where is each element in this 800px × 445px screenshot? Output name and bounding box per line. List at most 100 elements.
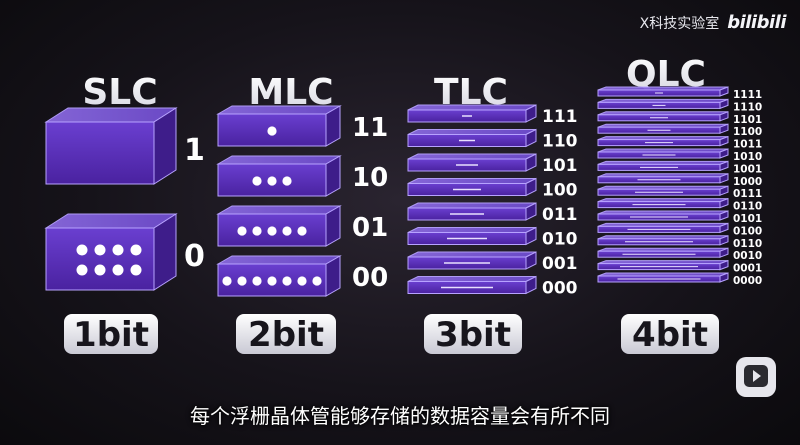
qlc-level-label: 0100 <box>733 225 762 237</box>
slc-cell <box>44 107 178 185</box>
electron-dot <box>312 276 322 286</box>
qlc-level-label: 1001 <box>733 163 762 175</box>
mlc-bit-label: 2bit <box>248 315 324 355</box>
tlc-cell <box>407 104 537 123</box>
qlc-cell <box>597 272 729 283</box>
slc-cells: 10 <box>44 107 205 291</box>
qlc-cell <box>597 173 729 184</box>
bilibili-logo: bilibili <box>727 12 786 33</box>
tlc-level-label: 100 <box>542 181 578 201</box>
tlc-cells: 111 110 101 100 011 010 001 000 <box>407 104 578 299</box>
qlc-bit-label: 4bit <box>632 315 708 355</box>
electron-dot <box>267 226 277 236</box>
flash-cell-diagram: SLC MLC TLC QLC 10 11100100 111110101100… <box>44 54 762 355</box>
electron-dot <box>76 264 88 276</box>
tlc-level-label: 101 <box>542 156 578 176</box>
electron-dot <box>267 176 277 186</box>
qlc-level-label: 1011 <box>733 139 762 151</box>
qlc-cell <box>597 135 729 147</box>
electron-dot <box>282 276 292 286</box>
electron-dot <box>282 226 292 236</box>
mlc-level-label: 00 <box>352 263 388 293</box>
electron-dot <box>252 276 262 286</box>
qlc-level-label: 0110 <box>733 201 762 213</box>
mlc-cells: 11 10 01 00 <box>216 105 388 297</box>
tlc-cell <box>407 275 537 295</box>
tlc-level-label: 001 <box>542 254 578 274</box>
qlc-cell <box>597 123 729 134</box>
tlc-cell <box>407 202 537 221</box>
tlc-level-label: 010 <box>542 230 578 250</box>
electron-dot <box>222 276 232 286</box>
slc-level-label: 0 <box>184 239 205 274</box>
electron-dot <box>130 264 142 276</box>
slc-cell <box>44 213 178 291</box>
electron-dot <box>237 226 247 236</box>
mlc-level-label: 10 <box>352 163 388 193</box>
electron-dot <box>76 244 88 256</box>
qlc-bit-badge: 4bit <box>621 314 719 355</box>
qlc-level-label: 1101 <box>733 114 762 126</box>
qlc-cell <box>597 160 729 172</box>
qlc-cell <box>597 222 729 234</box>
mlc-cell <box>216 255 342 297</box>
qlc-cell <box>597 148 729 159</box>
tv-player-icon[interactable] <box>736 357 776 397</box>
electron-dot <box>252 176 262 186</box>
mlc-cell <box>216 155 342 197</box>
electron-dot <box>94 264 106 276</box>
qlc-level-label: 1000 <box>733 176 762 188</box>
mlc-cell <box>216 205 342 247</box>
slc-bit-label: 1bit <box>73 315 149 355</box>
qlc-cell <box>597 98 729 110</box>
slc-bit-badge: 1bit <box>64 314 158 355</box>
tlc-level-label: 011 <box>542 205 578 225</box>
mlc-bit-badge: 2bit <box>236 314 336 355</box>
tlc-cell <box>407 251 537 270</box>
qlc-cells: 1111111011011100101110101001100001110110… <box>597 86 762 287</box>
qlc-level-label: 0101 <box>733 213 762 225</box>
mlc-cell <box>216 105 342 147</box>
tlc-level-label: 110 <box>542 132 578 152</box>
electron-dot <box>267 276 277 286</box>
electron-dot <box>297 276 307 286</box>
qlc-level-label: 1010 <box>733 151 762 163</box>
tlc-cell <box>407 177 537 197</box>
channel-name: X科技实验室 <box>639 15 720 32</box>
channel-watermark: X科技实验室 bilibili <box>639 12 787 33</box>
qlc-level-label: 0010 <box>733 250 762 262</box>
electron-dot <box>252 226 262 236</box>
electron-dot <box>282 176 292 186</box>
electron-dot <box>94 244 106 256</box>
tlc-level-label: 111 <box>542 107 578 127</box>
qlc-level-label: 1111 <box>733 89 762 101</box>
qlc-level-label: 1110 <box>733 101 762 113</box>
qlc-cell <box>597 210 729 221</box>
qlc-level-label: 1100 <box>733 126 762 138</box>
tlc-level-label: 000 <box>542 279 578 299</box>
qlc-level-label: 0000 <box>733 275 762 287</box>
qlc-cell <box>597 247 729 258</box>
qlc-level-label: 0110 <box>733 238 762 250</box>
slc-title: SLC <box>82 72 157 113</box>
qlc-cell <box>597 235 729 246</box>
electron-dot <box>267 126 277 136</box>
qlc-cell <box>597 86 729 97</box>
tlc-cell <box>407 226 537 246</box>
tlc-bit-badge: 3bit <box>424 314 522 355</box>
qlc-level-label: 0001 <box>733 263 762 275</box>
slc-level-label: 1 <box>184 133 205 168</box>
mlc-level-label: 11 <box>352 113 388 143</box>
electron-dot <box>130 244 142 256</box>
electron-dot <box>237 276 247 286</box>
tlc-bit-label: 3bit <box>435 315 511 355</box>
tlc-cell <box>407 153 537 172</box>
tlc-cell <box>407 128 537 148</box>
electron-dot <box>297 226 307 236</box>
qlc-cell <box>597 259 729 271</box>
qlc-cell <box>597 197 729 209</box>
video-subtitle: 每个浮栅晶体管能够存储的数据容量会有所不同 <box>190 404 610 428</box>
qlc-cell <box>597 111 729 122</box>
qlc-level-label: 0111 <box>733 188 762 200</box>
electron-dot <box>112 264 124 276</box>
